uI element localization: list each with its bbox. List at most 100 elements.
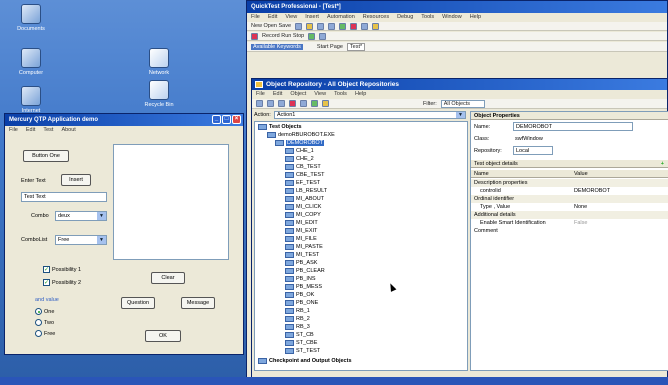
qtp-menu-tools[interactable]: Tools (421, 13, 434, 22)
property-row[interactable]: Comment (471, 227, 668, 235)
radio-dot[interactable] (35, 308, 42, 315)
or-menu-object[interactable]: Object (290, 90, 306, 99)
qtp-menu-help[interactable]: Help (470, 13, 481, 22)
add-property-icon[interactable]: + (661, 160, 664, 168)
tree-node[interactable]: PB_INS (285, 276, 316, 282)
combo-select[interactable]: deux ▼ (55, 211, 107, 221)
possibility-1-checkbox[interactable]: ✓ Possibility 1 (43, 266, 81, 273)
copy-icon[interactable] (328, 22, 336, 30)
or-menu-edit[interactable]: Edit (273, 90, 282, 99)
tree-node[interactable]: PB_OK (285, 292, 314, 298)
tree-node[interactable]: MI_PASTE (285, 244, 323, 250)
property-row[interactable]: controlid DEMOROBOT (471, 187, 668, 195)
object-tree[interactable]: Test Objects demoRBUROBOT.EXE DEMOROBOT CHE… (254, 121, 468, 371)
property-row[interactable]: Ordinal identifier (471, 195, 668, 203)
find-icon[interactable] (361, 22, 369, 30)
question-button[interactable]: Question (121, 297, 155, 309)
delete-object-icon[interactable] (289, 100, 296, 107)
tree-node[interactable]: ST_TEST (285, 348, 320, 354)
combolist-select[interactable]: Free ▼ (55, 235, 107, 245)
folder-icon[interactable] (306, 22, 314, 30)
possibility-2-checkbox[interactable]: ✓ Possibility 2 (43, 279, 81, 286)
cut-icon[interactable] (317, 22, 325, 30)
result-listbox[interactable] (113, 144, 229, 260)
maximize-button[interactable]: □ (222, 115, 231, 124)
tree-node[interactable]: PB_ASK (285, 260, 317, 266)
menu-test[interactable]: Test (43, 126, 53, 135)
button-one[interactable]: Button One (23, 150, 69, 162)
radio-dot[interactable] (35, 330, 42, 337)
tree-node[interactable]: CHE_2 (285, 156, 314, 162)
tree-node[interactable]: MI_COPY (285, 212, 321, 218)
qtp-titlebar[interactable]: QuickTest Professional - [Test*] (247, 1, 667, 13)
radio-two[interactable]: Two (35, 319, 54, 326)
qtp-menu-automation[interactable]: Automation (327, 13, 355, 22)
or-menu-file[interactable]: File (256, 90, 265, 99)
property-row[interactable]: Enable Smart Identification False (471, 219, 668, 227)
tree-node[interactable]: MI_ABOUT (285, 196, 324, 202)
property-row[interactable]: Additional details (471, 211, 668, 219)
redo-icon[interactable] (278, 100, 285, 107)
undo-icon[interactable] (267, 100, 274, 107)
filter-select[interactable]: All Objects (440, 99, 486, 108)
or-titlebar[interactable]: Object Repository - All Object Repositor… (252, 79, 667, 90)
radio-free[interactable]: Free (35, 330, 55, 337)
qtp-menu-window[interactable]: Window (442, 13, 462, 22)
message-button[interactable]: Message (181, 297, 215, 309)
stop-icon[interactable] (319, 32, 327, 40)
tree-node[interactable]: MI_FILE (285, 236, 317, 242)
test-tab[interactable]: Test* (346, 42, 366, 51)
tree-root[interactable]: Test Objects (258, 124, 302, 130)
insert-button[interactable]: Insert (61, 174, 91, 186)
tree-node[interactable]: ST_CB (285, 332, 314, 338)
qtp-menu-view[interactable]: View (285, 13, 297, 22)
radio-dot[interactable] (35, 319, 42, 326)
action-select[interactable]: Action1 ▼ (274, 111, 466, 119)
tree-node[interactable]: CBE_TEST (285, 172, 324, 178)
menu-file[interactable]: File (9, 126, 18, 135)
tree-node[interactable]: MI_CLICK (285, 204, 321, 210)
tree-node[interactable]: RB_1 (285, 308, 310, 314)
name-field[interactable]: DEMOROBOT (513, 122, 633, 131)
tree-node[interactable]: PB_MESS (285, 284, 322, 290)
ok-button[interactable]: OK (145, 330, 181, 342)
tree-node[interactable]: DEMOROBOT (275, 140, 325, 146)
save-icon[interactable] (295, 22, 303, 30)
or-menu-tools[interactable]: Tools (334, 90, 347, 99)
highlight-icon[interactable] (322, 100, 329, 107)
minimize-button[interactable]: _ (212, 115, 221, 124)
property-row[interactable]: Type , Value None (471, 203, 668, 211)
tree-node[interactable]: ST_CBE (285, 340, 317, 346)
demo-app-titlebar[interactable]: Mercury QTP Application demo _ □ × (5, 114, 243, 126)
add-object-icon[interactable] (311, 100, 318, 107)
menu-about[interactable]: About (61, 126, 75, 135)
tree-node[interactable]: CHE_1 (285, 148, 314, 154)
chevron-down-icon[interactable]: ▼ (97, 212, 106, 220)
tree-node[interactable]: PB_CLEAR (285, 268, 325, 274)
object-repo-icon[interactable] (372, 22, 380, 30)
qtp-menu-resources[interactable]: Resources (363, 13, 389, 22)
tree-node[interactable]: RB_3 (285, 324, 310, 330)
qtp-menu-edit[interactable]: Edit (268, 13, 277, 22)
tree-node[interactable]: MI_EDIT (285, 220, 318, 226)
checkbox-box[interactable]: ✓ (43, 266, 50, 273)
tree-node[interactable]: RB_2 (285, 316, 310, 322)
checkbox-box[interactable]: ✓ (43, 279, 50, 286)
delete-icon[interactable] (350, 22, 358, 30)
start-page-tab[interactable]: Start Page (317, 44, 343, 50)
internet-icon[interactable]: Internet (2, 86, 60, 114)
qtp-menu-insert[interactable]: Insert (305, 13, 319, 22)
tree-node[interactable]: EF_TEST (285, 180, 320, 186)
or-menu-view[interactable]: View (314, 90, 326, 99)
tree-node[interactable]: CB_TEST (285, 164, 321, 170)
radio-one[interactable]: One (35, 308, 54, 315)
record-icon[interactable] (251, 32, 258, 40)
tree-node[interactable]: demoRBUROBOT.EXE (267, 132, 335, 138)
chevron-down-icon[interactable]: ▼ (456, 112, 465, 118)
menu-edit[interactable]: Edit (26, 126, 35, 135)
tree-node[interactable]: PB_ONE (285, 300, 318, 306)
qtp-menu-file[interactable]: File (251, 13, 260, 22)
open-icon[interactable] (256, 100, 263, 107)
paste-icon[interactable] (339, 22, 347, 30)
recycle-bin-icon[interactable]: Recycle Bin (130, 80, 188, 108)
